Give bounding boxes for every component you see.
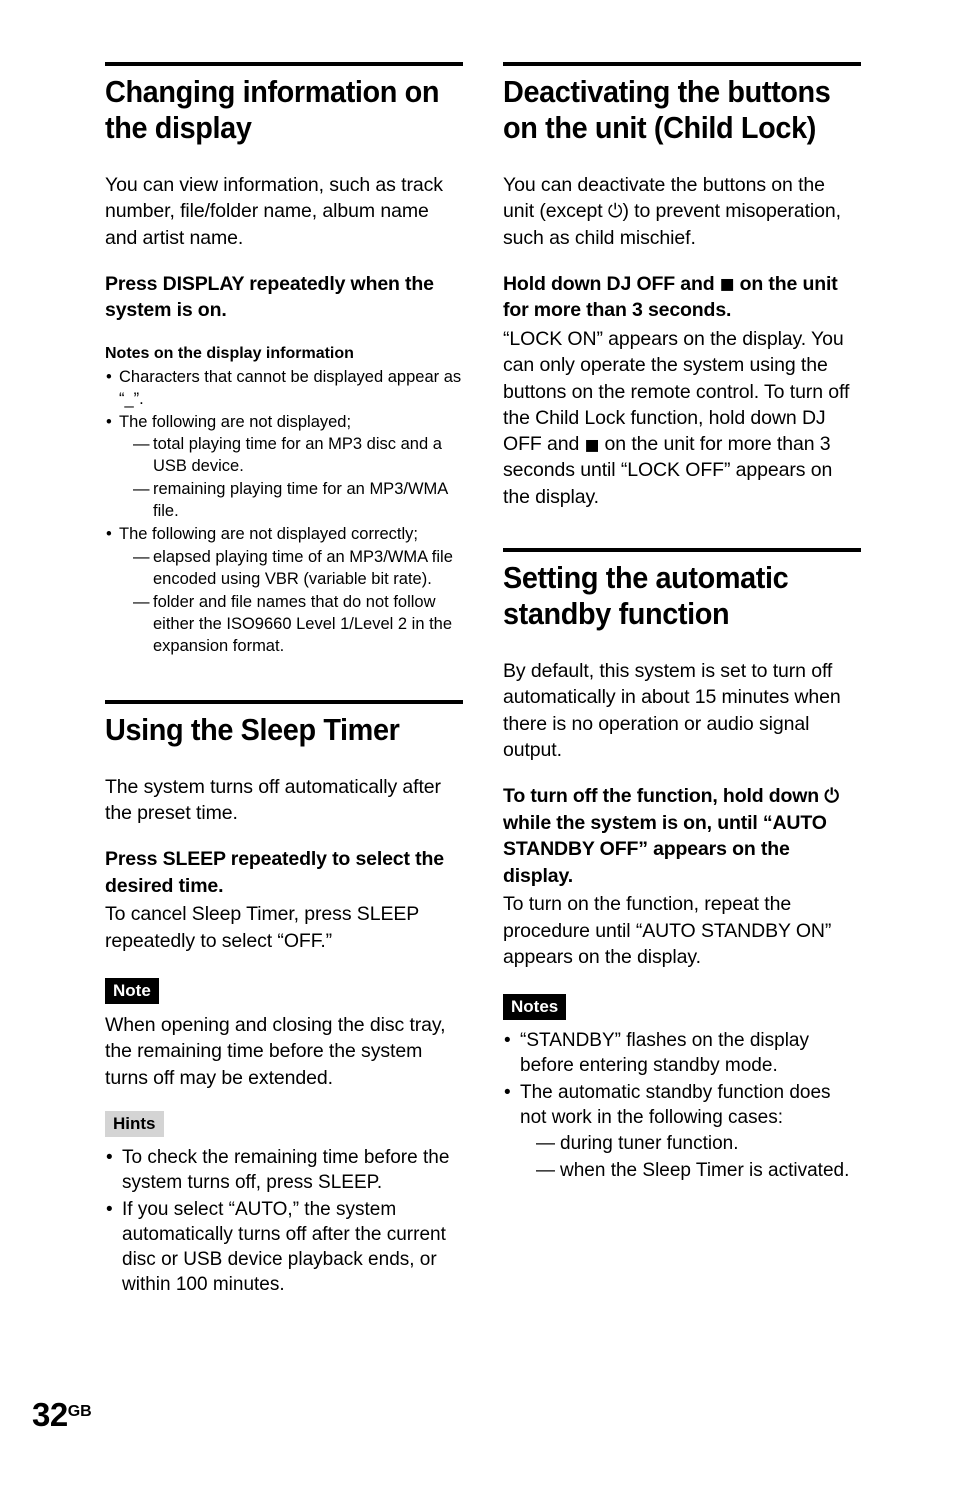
- power-icon: ⏻: [824, 786, 839, 808]
- standby-notes-list: “STANDBY” flashes on the display before …: [503, 1028, 861, 1183]
- sub-list: elapsed playing time of an MP3/WMA file …: [119, 547, 463, 658]
- section-rule: [105, 699, 463, 704]
- page-number: 32GB: [32, 1398, 92, 1431]
- notes-badge: Notes: [503, 994, 567, 1021]
- list-item: To check the remaining time before the s…: [105, 1145, 463, 1196]
- note-block: Note When opening and closing the disc t…: [105, 978, 463, 1091]
- sub-list: total playing time for an MP3 disc and a…: [119, 434, 463, 523]
- sub-list-item: remaining playing time for an MP3/WMA fi…: [133, 479, 463, 523]
- sub-list-item-text: remaining playing time for an MP3/WMA fi…: [153, 480, 448, 521]
- section-intro-paragraph: By default, this system is set to turn o…: [503, 659, 841, 761]
- list-item: “STANDBY” flashes on the display before …: [503, 1028, 861, 1079]
- section-rule: [503, 62, 861, 66]
- instruction-lead: Hold down DJ OFF and ■ on the unit for m…: [503, 271, 861, 324]
- note-badge: Note: [105, 978, 159, 1005]
- list-item: The following are not displayed correctl…: [105, 524, 463, 658]
- right-column: Deactivating the buttons on the unit (Ch…: [503, 62, 861, 1184]
- sub-list: during tuner function. when the Sleep Ti…: [520, 1131, 861, 1183]
- hints-badge: Hints: [105, 1111, 164, 1138]
- list-item-text: To check the remaining time before the s…: [122, 1147, 450, 1194]
- list-item-text: If you select “AUTO,” the system automat…: [122, 1198, 446, 1296]
- sub-list-item: folder and file names that do not follow…: [133, 592, 463, 658]
- display-notes-list: Characters that cannot be displayed appe…: [105, 367, 463, 658]
- power-icon: ⏻: [607, 201, 623, 223]
- stop-icon: ■: [719, 275, 735, 294]
- instruction-body: To cancel Sleep Timer, press SLEEP repea…: [105, 903, 419, 952]
- hints-block: Hints To check the remaining time before…: [105, 1111, 463, 1298]
- section-rule: [105, 62, 463, 66]
- section-rule: [503, 548, 861, 553]
- section-heading: Setting the automatic standby function: [503, 560, 789, 632]
- list-item: The automatic standby function does not …: [503, 1080, 861, 1183]
- sub-list-item-text: during tuner function.: [560, 1133, 739, 1155]
- note-body: When opening and closing the disc tray, …: [105, 1014, 446, 1089]
- section-intro-paragraph: You can view information, such as track …: [105, 173, 443, 249]
- section-changing-information-on-the-display: Changing information on the display You …: [105, 62, 463, 658]
- section-using-the-sleep-timer: Using the Sleep Timer The system turns o…: [105, 699, 463, 1298]
- section-intro-paragraph: The system turns off automatically after…: [105, 775, 441, 825]
- instruction-lead: Press SLEEP repeatedly to select the des…: [105, 848, 444, 897]
- sub-list-item-text: when the Sleep Timer is activated.: [560, 1159, 850, 1181]
- sub-list-item-text: total playing time for an MP3 disc and a…: [153, 435, 442, 476]
- section-heading: Deactivating the buttons on the unit (Ch…: [503, 74, 831, 145]
- instruction-body: To turn on the function, repeat the proc…: [503, 893, 832, 968]
- hints-list: To check the remaining time before the s…: [105, 1145, 463, 1298]
- lead-text-part1: To turn off the function, hold down: [503, 785, 825, 808]
- page-number-value: 32: [32, 1396, 68, 1433]
- lead-text-part1: Hold down DJ OFF and: [503, 272, 720, 295]
- list-item-text: Characters that cannot be displayed appe…: [119, 367, 462, 408]
- list-item: The following are not displayed; total p…: [105, 412, 463, 524]
- instruction-lead: To turn off the function, hold down ⏻ wh…: [503, 783, 861, 889]
- notes-subhead: Notes on the display information: [105, 344, 354, 362]
- section-setting-the-automatic-standby-function: Setting the automatic standby function B…: [503, 548, 861, 1183]
- section-intro-paragraph: You can deactivate the buttons on the un…: [503, 172, 861, 251]
- page-number-region-suffix: GB: [67, 1403, 92, 1421]
- stop-icon: ■: [584, 435, 600, 454]
- section-heading: Using the Sleep Timer: [105, 711, 400, 747]
- sub-list-item: total playing time for an MP3 disc and a…: [133, 434, 463, 478]
- list-item-text: “STANDBY” flashes on the display before …: [520, 1030, 809, 1077]
- sub-list-item-text: elapsed playing time of an MP3/WMA file …: [153, 548, 453, 589]
- left-column: Changing information on the display You …: [105, 62, 463, 1299]
- sub-list-item: during tuner function.: [536, 1131, 861, 1157]
- list-item-text: The following are not displayed correctl…: [119, 525, 418, 544]
- list-item-text: The following are not displayed;: [119, 412, 352, 431]
- sub-list-item: when the Sleep Timer is activated.: [536, 1158, 861, 1184]
- manual-page: Changing information on the display You …: [0, 0, 954, 1485]
- instruction-body: “LOCK ON” appears on the display. You ca…: [503, 326, 861, 510]
- section-heading: Changing information on the display: [105, 74, 440, 145]
- section-deactivating-the-buttons-child-lock: Deactivating the buttons on the unit (Ch…: [503, 62, 861, 510]
- lead-text-part2: while the system is on, until “AUTO STAN…: [503, 811, 827, 887]
- notes-block: Notes “STANDBY” flashes on the display b…: [503, 994, 861, 1183]
- sub-list-item: elapsed playing time of an MP3/WMA file …: [133, 547, 463, 591]
- list-item: Characters that cannot be displayed appe…: [105, 367, 463, 411]
- list-item-text: The automatic standby function does not …: [520, 1081, 831, 1129]
- instruction-lead: Press DISPLAY repeatedly when the system…: [105, 272, 434, 322]
- sub-list-item-text: folder and file names that do not follow…: [153, 593, 453, 655]
- list-item: If you select “AUTO,” the system automat…: [105, 1197, 463, 1298]
